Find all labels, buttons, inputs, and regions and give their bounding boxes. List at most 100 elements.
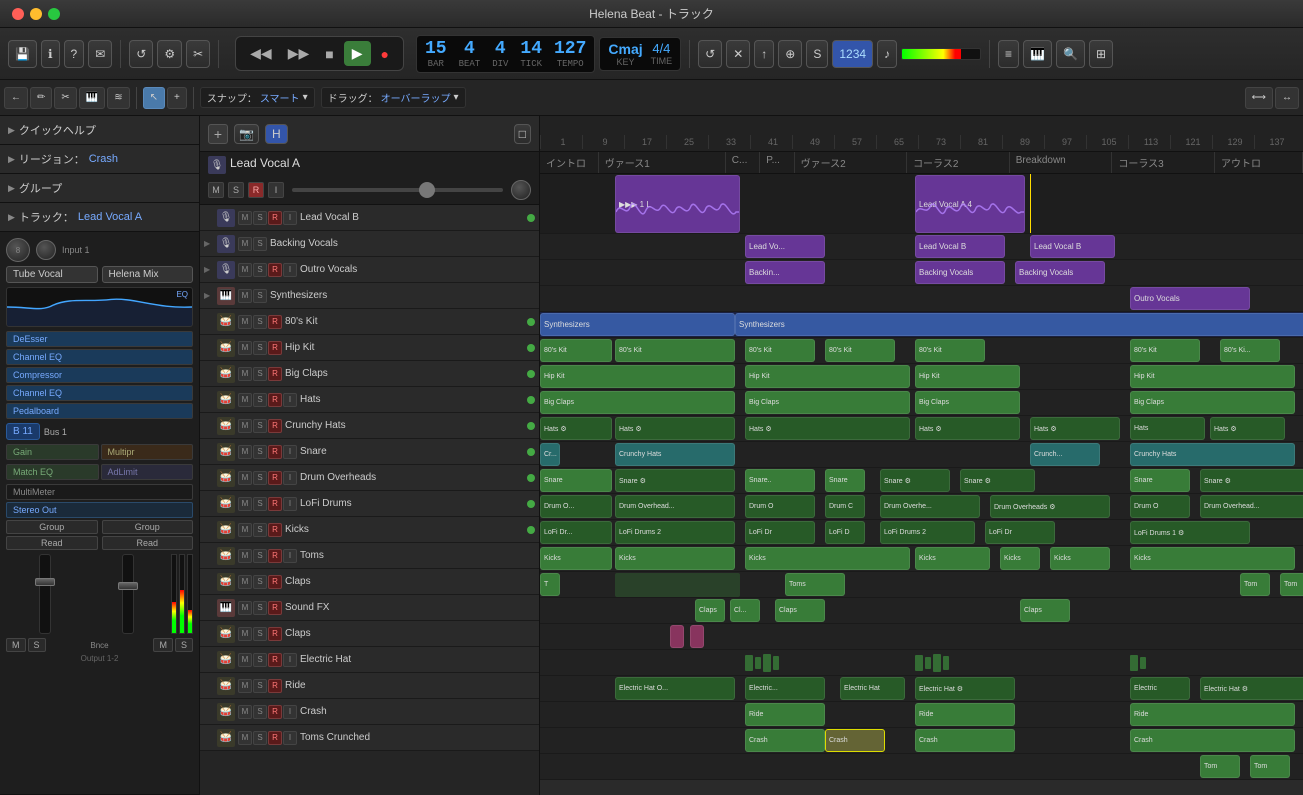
sec-zoom-out-btn[interactable]: ↔ xyxy=(1275,87,1299,109)
plugin-pedalboard[interactable]: Pedalboard xyxy=(6,403,193,419)
msri-m-15[interactable]: M xyxy=(238,601,252,615)
region-80k-6[interactable]: 80's Kit xyxy=(1130,339,1200,362)
region-ch-3[interactable]: Crunch... xyxy=(1030,443,1100,466)
lv-knob[interactable] xyxy=(511,180,531,200)
record-button[interactable]: ● xyxy=(375,44,395,64)
lv-m-btn[interactable]: M xyxy=(208,182,224,198)
plugin-adlimit[interactable]: AdLimit xyxy=(101,464,194,480)
region-synth-1[interactable]: Synthesizers xyxy=(540,313,735,336)
msri-m-8[interactable]: M xyxy=(238,419,252,433)
msri-r-7[interactable]: R xyxy=(268,393,282,407)
msri-r-17[interactable]: R xyxy=(268,653,282,667)
region-k-2[interactable]: Kicks xyxy=(615,547,735,570)
region-bv-2[interactable]: Backing Vocals xyxy=(915,261,1005,284)
bus-11-btn[interactable]: B 11 xyxy=(6,423,40,440)
region-h-1[interactable]: Hats ⚙ xyxy=(540,417,612,440)
region-bc-3[interactable]: Big Claps xyxy=(915,391,1020,414)
region-k-5[interactable]: Kicks xyxy=(1000,547,1040,570)
msri-r-11[interactable]: R xyxy=(268,497,282,511)
msri-s-15[interactable]: S xyxy=(253,601,267,615)
region-bc-4[interactable]: Big Claps xyxy=(1130,391,1295,414)
msri-i-20[interactable]: I xyxy=(283,731,297,745)
region-do-5[interactable]: Drum Overhe... xyxy=(880,495,980,518)
track-row-3[interactable]: ▶🎹MSSynthesizers xyxy=(200,283,539,309)
plugin-compressor[interactable]: Compressor xyxy=(6,367,193,383)
track-row-17[interactable]: 🥁MSRIElectric Hat xyxy=(200,647,539,673)
region-eh-3[interactable]: Electric Hat xyxy=(840,677,905,700)
plugin-multipr[interactable]: Multipr xyxy=(101,444,194,460)
msri-i-13[interactable]: I xyxy=(283,549,297,563)
region-sfx-2[interactable] xyxy=(690,625,704,648)
region-clap-3[interactable]: Claps xyxy=(775,599,825,622)
toolbar-loop-btn[interactable]: ↺ xyxy=(129,40,153,68)
lv-fader[interactable] xyxy=(292,188,503,192)
msri-m-20[interactable]: M xyxy=(238,731,252,745)
msri-m-10[interactable]: M xyxy=(238,471,252,485)
region-bv-3[interactable]: Backing Vocals xyxy=(1015,261,1105,284)
region-bc-1[interactable]: Big Claps xyxy=(540,391,735,414)
track-row-15[interactable]: 🎹MSRSound FX xyxy=(200,595,539,621)
track-row-19[interactable]: 🥁MSRICrash xyxy=(200,699,539,725)
sec-pencil-btn[interactable]: ✏ xyxy=(30,87,52,109)
eq-display[interactable]: EQ xyxy=(6,287,193,327)
msri-s-5[interactable]: S xyxy=(253,341,267,355)
lv-r-btn[interactable]: R xyxy=(248,182,264,198)
region-do-2[interactable]: Drum Overhead... xyxy=(615,495,735,518)
quick-help-header[interactable]: ▶ クイックヘルプ xyxy=(0,116,199,145)
region-t-2[interactable]: Toms xyxy=(785,573,845,596)
region-80k-1[interactable]: 80's Kit xyxy=(540,339,612,362)
ch-name-2[interactable]: Helena Mix xyxy=(102,266,194,283)
plugin-deesser[interactable]: DeEsser xyxy=(6,331,193,347)
region-s-1[interactable]: Snare xyxy=(540,469,612,492)
mute-btn-1[interactable]: M xyxy=(6,638,26,652)
msri-m-16[interactable]: M xyxy=(238,627,252,641)
solo-btn-1[interactable]: S xyxy=(28,638,46,652)
region-k-3[interactable]: Kicks xyxy=(745,547,910,570)
track-row-0[interactable]: 🎙MSRILead Vocal B xyxy=(200,205,539,231)
track-row-18[interactable]: 🥁MSRRide xyxy=(200,673,539,699)
msri-m-1[interactable]: M xyxy=(238,237,252,251)
track-header[interactable]: ▶ トラック： Lead Vocal A xyxy=(0,203,199,232)
msri-r-18[interactable]: R xyxy=(268,679,282,693)
region-80k-4[interactable]: 80's Kit xyxy=(825,339,895,362)
track-row-12[interactable]: 🥁MSRKicks xyxy=(200,517,539,543)
region-crash-3[interactable]: Crash xyxy=(915,729,1015,752)
minimize-button[interactable] xyxy=(30,8,42,20)
region-t-tom2[interactable]: Tom xyxy=(1280,573,1303,596)
toolbar-list-btn[interactable]: ≡ xyxy=(998,40,1019,68)
region-ld-3[interactable]: LoFi Dr xyxy=(745,521,815,544)
lv-s-btn[interactable]: S xyxy=(228,182,244,198)
plugin-channel-eq-1[interactable]: Channel EQ xyxy=(6,349,193,365)
track-row-10[interactable]: 🥁MSRIDrum Overheads xyxy=(200,465,539,491)
track-type-btn[interactable]: 📷 xyxy=(234,124,259,144)
pan-knob[interactable] xyxy=(36,240,56,260)
region-eh-5[interactable]: Electric xyxy=(1130,677,1190,700)
msri-i-19[interactable]: I xyxy=(283,705,297,719)
msri-m-2[interactable]: M xyxy=(238,263,252,277)
toolbar-count-btn[interactable]: 1234 xyxy=(832,40,873,68)
region-ld-1[interactable]: LoFi Dr... xyxy=(540,521,612,544)
msri-r-16[interactable]: R xyxy=(268,627,282,641)
region-crash-1[interactable]: Crash xyxy=(745,729,825,752)
region-80k-5[interactable]: 80's Kit xyxy=(915,339,985,362)
region-eh-4[interactable]: Electric Hat ⚙ xyxy=(915,677,1015,700)
region-80k-7[interactable]: 80's Ki... xyxy=(1220,339,1280,362)
region-k-6[interactable]: Kicks xyxy=(1050,547,1110,570)
msri-s-1[interactable]: S xyxy=(253,237,267,251)
track-row-4[interactable]: 🥁MSR80's Kit xyxy=(200,309,539,335)
msri-r-13[interactable]: R xyxy=(268,549,282,563)
region-ch-4[interactable]: Crunchy Hats xyxy=(1130,443,1295,466)
mute-btn-2[interactable]: M xyxy=(153,638,173,652)
msri-r-10[interactable]: R xyxy=(268,471,282,485)
toolbar-clear-btn[interactable]: ✕ xyxy=(726,40,750,68)
lv-i-btn[interactable]: I xyxy=(268,182,284,198)
rewind-button[interactable]: ◀◀ xyxy=(244,43,278,64)
msri-r-20[interactable]: R xyxy=(268,731,282,745)
region-ch-2[interactable]: Crunchy Hats xyxy=(615,443,735,466)
toolbar-s-btn[interactable]: S xyxy=(806,40,828,68)
region-clap-1[interactable]: Claps xyxy=(695,599,725,622)
toolbar-plugin-btn[interactable]: ⊞ xyxy=(1089,40,1113,68)
region-sfx-1[interactable] xyxy=(670,625,684,648)
track-row-7[interactable]: 🥁MSRIHats xyxy=(200,387,539,413)
track-row-20[interactable]: 🥁MSRIToms Crunched xyxy=(200,725,539,751)
